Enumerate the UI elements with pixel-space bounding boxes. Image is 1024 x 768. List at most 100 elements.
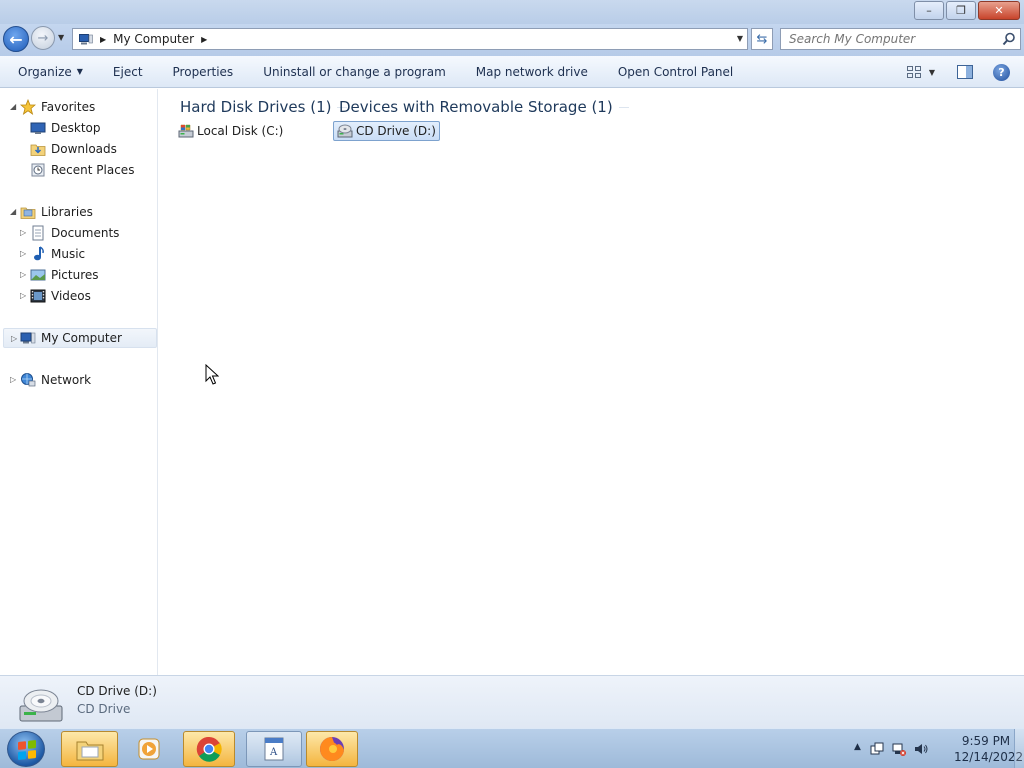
nav-recent-places-label: Recent Places (51, 163, 135, 177)
expand-icon[interactable]: ▷ (20, 270, 26, 279)
breadcrumb-separator-icon[interactable]: ▶ (100, 35, 106, 44)
show-hidden-icons-icon[interactable]: ▲ (854, 742, 861, 752)
taskbar: A ▲ 9:59 PM 12/14/2022 (0, 728, 1024, 768)
recent-places-icon (31, 163, 45, 177)
taskbar-explorer[interactable] (61, 731, 118, 767)
taskbar-firefox[interactable] (306, 731, 358, 767)
title-bar: – ❐ ✕ (0, 0, 1024, 24)
nav-recent-places[interactable]: Recent Places (30, 160, 134, 180)
collapse-icon[interactable]: ◢ (10, 207, 16, 216)
restore-button[interactable]: ❐ (946, 1, 976, 20)
drive-cd-drive-d[interactable]: CD Drive (D:) (333, 121, 440, 141)
documents-icon (32, 225, 44, 241)
nav-desktop-label: Desktop (51, 121, 101, 135)
collapse-icon[interactable]: ◢ (10, 102, 16, 111)
show-desktop-button[interactable] (1014, 729, 1024, 768)
action-center-icon[interactable] (870, 742, 884, 756)
address-row: ← → ▼ ▶ My Computer ▶ ▼ ⇆ (0, 24, 1024, 56)
breadcrumb-chevron-icon[interactable]: ▶ (201, 35, 207, 44)
preview-pane-icon[interactable] (957, 65, 973, 79)
network-icon (21, 373, 36, 387)
taskbar-chrome[interactable] (183, 731, 235, 767)
search-box[interactable] (780, 28, 1021, 50)
computer-icon (20, 332, 36, 344)
chevron-down-icon: ▼ (76, 67, 83, 76)
organize-menu[interactable]: Organize ▼ (0, 60, 98, 84)
view-options-dropdown-icon[interactable]: ▼ (929, 68, 935, 77)
nav-my-computer-label: My Computer (41, 331, 122, 345)
details-item-type: CD Drive (77, 702, 131, 716)
nav-videos[interactable]: ▷ Videos (20, 286, 91, 306)
uninstall-program-button[interactable]: Uninstall or change a program (248, 60, 461, 84)
close-button[interactable]: ✕ (978, 1, 1020, 20)
nav-network-label: Network (41, 373, 92, 387)
change-view-icon[interactable] (906, 66, 921, 78)
properties-button[interactable]: Properties (158, 60, 249, 84)
network-status-icon[interactable] (892, 742, 906, 756)
caption-buttons: – ❐ ✕ (912, 1, 1020, 20)
mouse-cursor-icon (205, 364, 219, 385)
system-tray: ▲ 9:59 PM 12/14/2022 (834, 729, 1024, 768)
nav-favorites[interactable]: ◢ Favorites (10, 97, 95, 117)
drive-label: Local Disk (C:) (197, 124, 284, 138)
nav-my-computer[interactable]: ▷ My Computer (3, 328, 157, 348)
wordpad-icon: A (264, 737, 284, 761)
drive-local-disk-c[interactable]: Local Disk (C:) (175, 121, 286, 141)
svg-text:A: A (269, 747, 278, 758)
command-bar: Organize ▼ Eject Properties Uninstall or … (0, 56, 1024, 88)
computer-icon (79, 33, 93, 45)
clock-date[interactable]: 12/14/2022 (954, 750, 1023, 764)
taskbar-wordpad[interactable]: A (246, 731, 302, 767)
nav-documents-label: Documents (51, 226, 120, 240)
open-control-panel-button[interactable]: Open Control Panel (603, 60, 748, 84)
details-item-name: CD Drive (D:) (77, 684, 157, 698)
nav-network[interactable]: ▷ Network (10, 370, 91, 390)
chrome-icon (196, 736, 222, 762)
expand-icon[interactable]: ▷ (11, 334, 17, 343)
cd-drive-icon (337, 124, 353, 138)
forward-button[interactable]: → (31, 26, 55, 50)
breadcrumb-my-computer[interactable]: My Computer (113, 32, 194, 46)
group-header-label: Devices with Removable Storage (1) (339, 98, 613, 116)
map-network-drive-button[interactable]: Map network drive (461, 60, 603, 84)
start-button[interactable] (7, 731, 45, 767)
expand-icon[interactable]: ▷ (20, 249, 26, 258)
eject-button[interactable]: Eject (98, 60, 158, 84)
nav-desktop[interactable]: Desktop (30, 118, 101, 138)
nav-music[interactable]: ▷ Music (20, 244, 85, 264)
clock-time[interactable]: 9:59 PM (958, 734, 1014, 748)
address-bar[interactable]: ▶ My Computer ▶ ▼ (72, 28, 748, 50)
content-pane: Hard Disk Drives (1) Devices with Remova… (159, 89, 1024, 675)
nav-documents[interactable]: ▷ Documents (20, 223, 119, 243)
expand-icon[interactable]: ▷ (20, 291, 26, 300)
hard-disk-icon (178, 124, 194, 138)
pictures-icon (30, 269, 46, 281)
address-dropdown-icon[interactable]: ▼ (737, 34, 743, 43)
volume-icon[interactable] (914, 742, 928, 756)
taskbar-media-player[interactable] (121, 731, 177, 767)
videos-icon (30, 289, 46, 303)
navigation-pane: ◢ Favorites Desktop Downloads Recent Pla… (0, 89, 158, 675)
back-button[interactable]: ← (3, 26, 29, 52)
drive-label: CD Drive (D:) (356, 124, 436, 138)
group-header-label: Hard Disk Drives (1) (180, 98, 332, 116)
help-icon[interactable]: ? (993, 63, 1010, 81)
organize-label: Organize (18, 64, 72, 79)
desktop-icon (30, 122, 46, 134)
nav-pictures[interactable]: ▷ Pictures (20, 265, 99, 285)
music-icon (34, 246, 44, 261)
recent-pages-dropdown-icon[interactable]: ▼ (58, 33, 64, 42)
refresh-button[interactable]: ⇆ (751, 28, 773, 50)
expand-icon[interactable]: ▷ (20, 228, 26, 237)
group-header-removable-storage[interactable]: Devices with Removable Storage (1) (339, 98, 629, 116)
nav-downloads[interactable]: Downloads (30, 139, 117, 159)
group-header-hard-disk-drives[interactable]: Hard Disk Drives (1) (180, 98, 348, 116)
minimize-button[interactable]: – (914, 1, 944, 20)
search-icon[interactable] (1002, 32, 1016, 46)
windows-logo-icon (18, 740, 36, 760)
nav-libraries-label: Libraries (41, 205, 93, 219)
nav-libraries[interactable]: ◢ Libraries (10, 202, 93, 222)
search-input[interactable] (789, 32, 989, 46)
expand-icon[interactable]: ▷ (10, 375, 16, 384)
view-controls: ▼ ? (906, 56, 1024, 88)
